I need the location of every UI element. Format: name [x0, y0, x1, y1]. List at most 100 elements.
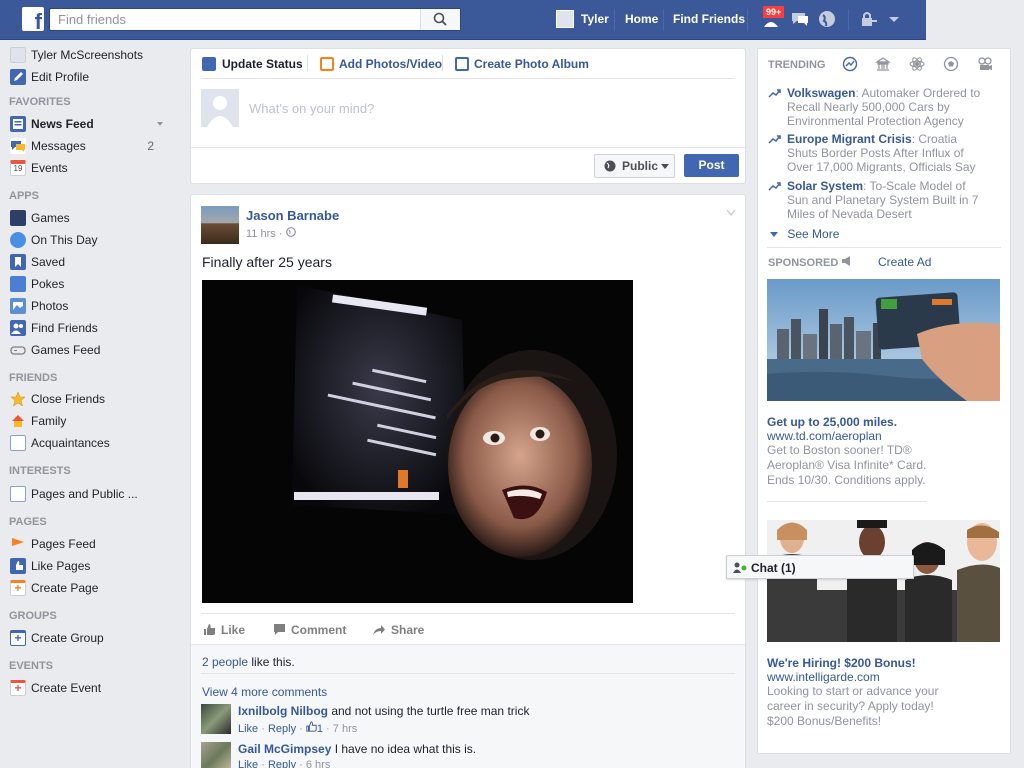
like-button[interactable]: Like [221, 623, 245, 637]
ad-url[interactable]: www.intelligarde.com [767, 670, 880, 684]
sidebar-item-news-feed[interactable]: News Feed [10, 116, 170, 134]
sidebar-item-acquaintances[interactable]: Acquaintances [10, 435, 170, 453]
post-time[interactable]: 11 hrs · [246, 227, 296, 240]
view-more-comments[interactable]: View 4 more comments [202, 685, 327, 699]
sidebar-item-label: News Feed [31, 117, 94, 131]
facebook-logo[interactable]: f [22, 7, 44, 31]
chevron-down-icon[interactable] [156, 121, 164, 127]
sidebar-item-saved[interactable]: Saved [10, 254, 170, 272]
sidebar-item-pages-and-public[interactable]: Pages and Public ... [10, 486, 170, 504]
trending-topic[interactable]: Europe Migrant Crisis [787, 132, 912, 146]
see-more-link[interactable]: See More [770, 227, 839, 241]
trending-item[interactable]: Volkswagen: Automaker Ordered to Recall … [768, 86, 988, 128]
tab-add-photos[interactable]: Add Photos/Video [339, 57, 442, 71]
chat-tab[interactable]: Chat (1) [726, 555, 914, 579]
bookmark-icon [10, 254, 26, 270]
sidebar-item-label: Events [31, 161, 68, 175]
pencil-icon [202, 57, 216, 71]
sidebar-item-games[interactable]: Games [10, 210, 170, 228]
comment-like-link[interactable]: Like [238, 759, 258, 768]
section-heading: FRIENDS [9, 372, 58, 384]
sidebar-item-like-pages[interactable]: Like Pages [10, 558, 170, 576]
commenter-name[interactable]: Ixnilbolg Nilbog [238, 704, 328, 718]
author-avatar[interactable] [201, 206, 239, 244]
trending-topic[interactable]: Solar System [787, 179, 863, 193]
clock-icon [10, 232, 26, 248]
science-icon[interactable] [909, 56, 925, 72]
house-icon [10, 413, 26, 429]
sidebar-item-label: Find Friends [31, 321, 98, 335]
sidebar-item-create-event[interactable]: + Create Event [10, 680, 170, 698]
entertainment-icon[interactable] [977, 56, 993, 72]
sidebar-item-edit-profile[interactable]: Edit Profile [10, 69, 170, 87]
comment-time[interactable]: 7 hrs [333, 723, 357, 735]
games-icon [10, 210, 26, 226]
sidebar-item-pages-feed[interactable]: Pages Feed [10, 536, 170, 554]
commenter-name[interactable]: Gail McGimpsey [238, 742, 331, 756]
user-avatar[interactable] [556, 10, 574, 28]
trending-icon[interactable] [842, 56, 858, 72]
sidebar-item-label: Create Group [31, 631, 104, 645]
globe-notifications-icon[interactable] [817, 9, 837, 29]
home-link[interactable]: Home [625, 12, 658, 26]
share-icon [373, 625, 385, 635]
tab-update-status[interactable]: Update Status [222, 57, 303, 71]
thumbs-up-icon [204, 624, 215, 635]
sidebar-item-create-group[interactable]: + Create Group [10, 630, 170, 648]
sidebar-item-photos[interactable]: Photos [10, 298, 170, 316]
sports-icon[interactable] [943, 56, 959, 72]
sidebar-item-pokes[interactable]: Pokes [10, 276, 170, 294]
sidebar-item-family[interactable]: Family [10, 413, 170, 431]
search-button[interactable] [420, 9, 460, 30]
politics-icon[interactable] [875, 56, 891, 72]
sidebar-item-label: Games [31, 211, 70, 225]
ad-title[interactable]: Get up to 25,000 miles. [767, 415, 897, 429]
sidebar-item-events[interactable]: 19 Events [10, 160, 170, 178]
author-name[interactable]: Jason Barnabe [246, 208, 339, 223]
commenter-avatar[interactable] [201, 742, 231, 768]
sidebar-item-games-feed[interactable]: Games Feed [10, 342, 170, 360]
trending-item[interactable]: Solar System: To-Scale Model of Sun and … [768, 179, 988, 221]
privacy-shortcuts-icon[interactable] [859, 9, 879, 29]
tab-create-album[interactable]: Create Photo Album [474, 57, 589, 71]
share-button[interactable]: Share [391, 623, 424, 637]
sidebar-item-on-this-day[interactable]: On This Day [10, 232, 170, 250]
find-friends-link[interactable]: Find Friends [673, 12, 745, 26]
comment-time[interactable]: 6 hrs [306, 759, 330, 768]
commenter-avatar[interactable] [201, 704, 231, 734]
create-ad-link[interactable]: Create Ad [878, 255, 931, 269]
sidebar-item-find-friends[interactable]: Find Friends [10, 320, 170, 338]
sidebar-item-label: Photos [31, 299, 69, 313]
status-input[interactable]: What's on your mind? [249, 101, 374, 116]
likes-link[interactable]: 2 people [202, 655, 248, 669]
sidebar-item-create-page[interactable]: + Create Page [10, 580, 170, 598]
chevron-down-icon[interactable] [726, 209, 736, 217]
ad-title[interactable]: We're Hiring! $200 Bonus! [767, 656, 916, 670]
messages-icon[interactable] [790, 9, 810, 29]
privacy-selector[interactable]: Public [594, 154, 675, 178]
ad-url[interactable]: www.td.com/aeroplan [767, 429, 882, 443]
ad-image-td[interactable] [767, 279, 1000, 401]
ad-description: Looking to start or advance your career … [767, 684, 939, 728]
comment-meta: Like · Reply · 6 hrs [238, 759, 330, 768]
sidebar-item-close-friends[interactable]: Close Friends [10, 391, 170, 409]
sidebar-item-messages[interactable]: Messages 2 [10, 138, 170, 156]
calendar-icon: 19 [10, 160, 26, 176]
search-input[interactable] [50, 9, 420, 30]
comment-like-link[interactable]: Like [238, 723, 258, 735]
post-photo[interactable] [202, 280, 633, 603]
likes-text: like this. [248, 655, 295, 669]
trending-item[interactable]: Europe Migrant Crisis: Croatia Shuts Bor… [768, 132, 988, 174]
sidebar-item-profile[interactable]: Tyler McScreenshots [10, 47, 170, 65]
comment-button[interactable]: Comment [291, 623, 346, 637]
comment-reply-link[interactable]: Reply [268, 759, 296, 768]
comment-reply-link[interactable]: Reply [268, 723, 296, 735]
profile-link[interactable]: Tyler [581, 12, 609, 26]
chevron-down-icon[interactable] [884, 9, 904, 29]
ad-image-intelligarde[interactable] [767, 520, 1000, 642]
trending-topic[interactable]: Volkswagen [787, 86, 855, 100]
comment-like-count[interactable]: 1 [317, 723, 323, 735]
divider [191, 147, 745, 148]
post-button[interactable]: Post [684, 154, 739, 177]
globe-icon [604, 160, 616, 172]
